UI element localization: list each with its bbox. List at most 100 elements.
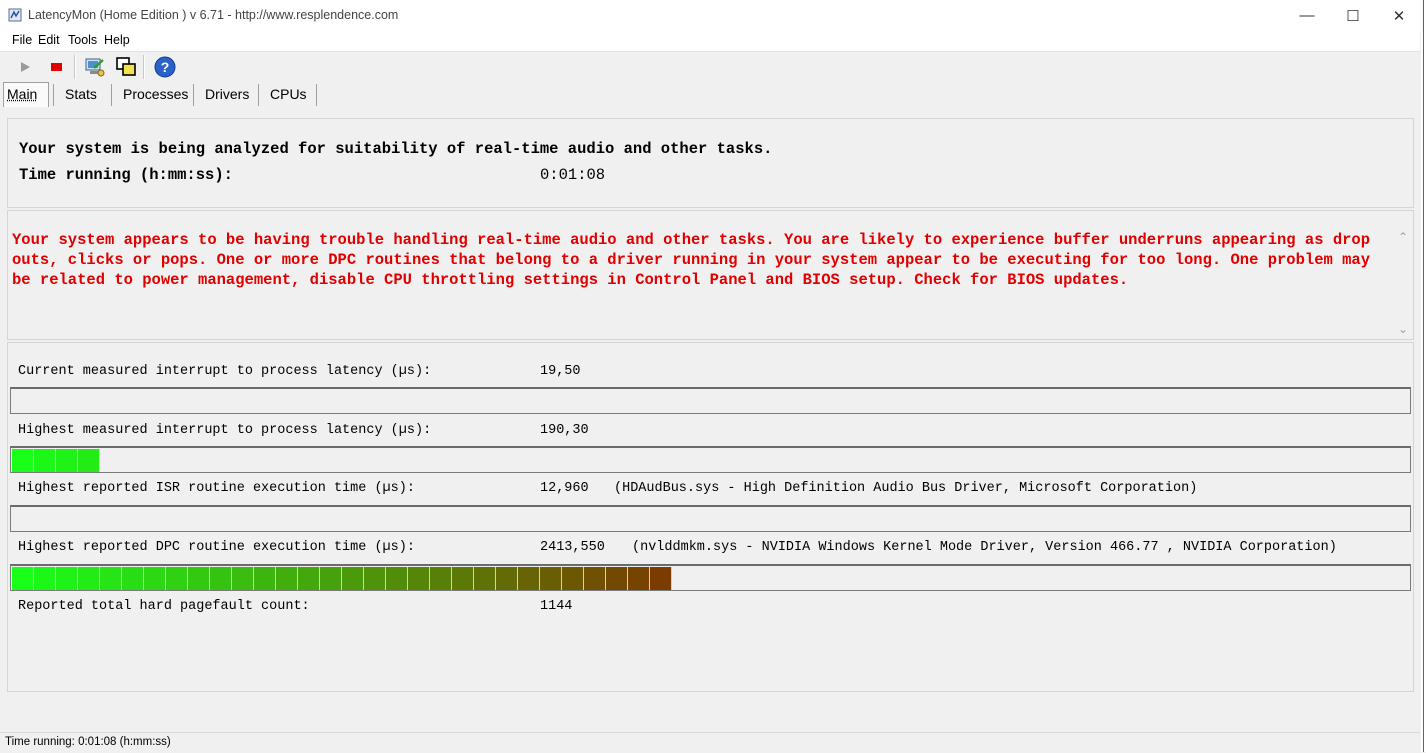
latency-bar (10, 446, 1411, 473)
scroll-up-icon[interactable]: ⌃ (1398, 230, 1408, 244)
bar-segment (78, 449, 100, 472)
metric-label: Reported total hard pagefault count: (18, 599, 310, 614)
tab-processes[interactable]: Processes (123, 82, 188, 106)
tab-cpus[interactable]: CPUs (270, 82, 307, 106)
bar-segment (100, 567, 122, 590)
maximize-icon: ☐ (1346, 7, 1360, 25)
tab-separator (193, 84, 194, 106)
tab-label: Drivers (205, 86, 250, 102)
computer-check-button[interactable] (82, 55, 106, 79)
tab-label: Main (7, 86, 38, 102)
status-bar (0, 732, 1420, 753)
window-title: LatencyMon (Home Edition ) v 6.71 - http… (28, 8, 399, 22)
bar-segment (540, 567, 562, 590)
conclusion-text: Your system appears to be having trouble… (12, 231, 1371, 289)
computer-check-icon (85, 58, 105, 77)
bar-segment (276, 567, 298, 590)
metric-detail: (nvlddmkm.sys - NVIDIA Windows Kernel Mo… (632, 540, 1337, 555)
tab-label: CPUs (270, 86, 307, 102)
toolbar-separator-2 (143, 55, 145, 79)
minimize-button[interactable]: — (1284, 0, 1330, 31)
menu-help[interactable]: Help (104, 33, 130, 47)
tab-separator (258, 84, 259, 106)
time-running-value: 0:01:08 (540, 166, 606, 184)
tab-label: Processes (123, 86, 189, 102)
bar-segment (166, 567, 188, 590)
scroll-down-icon[interactable]: ⌄ (1398, 322, 1408, 336)
tab-separator (111, 84, 112, 106)
menu-edit[interactable]: Edit (38, 33, 60, 47)
bar-segment (188, 567, 210, 590)
bar-segment (144, 567, 166, 590)
bar-segment (12, 567, 34, 590)
menu-file[interactable]: File (12, 33, 32, 47)
svg-text:?: ? (161, 59, 170, 75)
bar-segment (386, 567, 408, 590)
bar-segment (430, 567, 452, 590)
menu-tools[interactable]: Tools (68, 33, 97, 47)
window-border (1423, 0, 1424, 752)
bar-segment (56, 449, 78, 472)
status-text: Time running: 0:01:08 (h:mm:ss) (5, 736, 171, 748)
metric-value: 12,960 (540, 481, 589, 496)
latency-bar (10, 505, 1411, 532)
bar-segment (518, 567, 540, 590)
metric-value: 19,50 (540, 364, 581, 379)
bar-segment (34, 449, 56, 472)
stop-button[interactable] (44, 55, 68, 79)
menu-bar (0, 31, 1420, 52)
maximize-button[interactable]: ☐ (1330, 0, 1376, 31)
windows-button[interactable] (114, 55, 138, 79)
windows-icon (116, 57, 136, 76)
close-icon: ✕ (1392, 7, 1406, 25)
bar-segment (56, 567, 78, 590)
metric-value: 2413,550 (540, 540, 605, 555)
tab-main[interactable]: Main (7, 82, 37, 106)
metric-value: 1144 (540, 599, 573, 614)
latency-bar (10, 387, 1411, 414)
metric-value: 190,30 (540, 423, 589, 438)
time-running-label: Time running (h:mm:ss): (19, 166, 233, 184)
minimize-icon: — (1299, 7, 1315, 24)
metric-label: Current measured interrupt to process la… (18, 364, 432, 379)
bar-segment (562, 567, 584, 590)
tab-label: Stats (65, 86, 97, 102)
bar-segment (584, 567, 606, 590)
metric-label: Highest measured interrupt to process la… (18, 423, 432, 438)
help-icon: ? (154, 56, 176, 78)
bar-segment (606, 567, 628, 590)
bar-segment (34, 567, 56, 590)
play-icon (21, 62, 30, 72)
start-button[interactable] (13, 55, 37, 79)
tab-drivers[interactable]: Drivers (205, 82, 249, 106)
bar-segment (452, 567, 474, 590)
bar-segment (364, 567, 386, 590)
metric-detail: (HDAudBus.sys - High Definition Audio Bu… (614, 481, 1198, 496)
bar-segment (628, 567, 650, 590)
close-button[interactable]: ✕ (1376, 0, 1422, 31)
bar-segment (232, 567, 254, 590)
bar-segment (254, 567, 276, 590)
app-icon (8, 8, 22, 22)
stop-icon (51, 63, 62, 71)
bar-segment (298, 567, 320, 590)
bar-segment (320, 567, 342, 590)
tab-separator (316, 84, 317, 106)
analysis-panel (7, 118, 1414, 208)
metric-label: Highest reported DPC routine execution t… (18, 540, 415, 555)
bar-segment (78, 567, 100, 590)
bar-segment (650, 567, 672, 590)
bar-segment (474, 567, 496, 590)
bar-segment (12, 449, 34, 472)
tab-stats[interactable]: Stats (65, 82, 97, 106)
bar-segment (408, 567, 430, 590)
metric-label: Highest reported ISR routine execution t… (18, 481, 415, 496)
tab-separator (53, 84, 54, 106)
bar-segment (342, 567, 364, 590)
latency-bar (10, 564, 1411, 591)
analysis-line: Your system is being analyzed for suitab… (19, 140, 773, 158)
bar-segment (122, 567, 144, 590)
toolbar-separator (74, 55, 76, 79)
help-button[interactable]: ? (153, 55, 177, 79)
bar-segment (496, 567, 518, 590)
